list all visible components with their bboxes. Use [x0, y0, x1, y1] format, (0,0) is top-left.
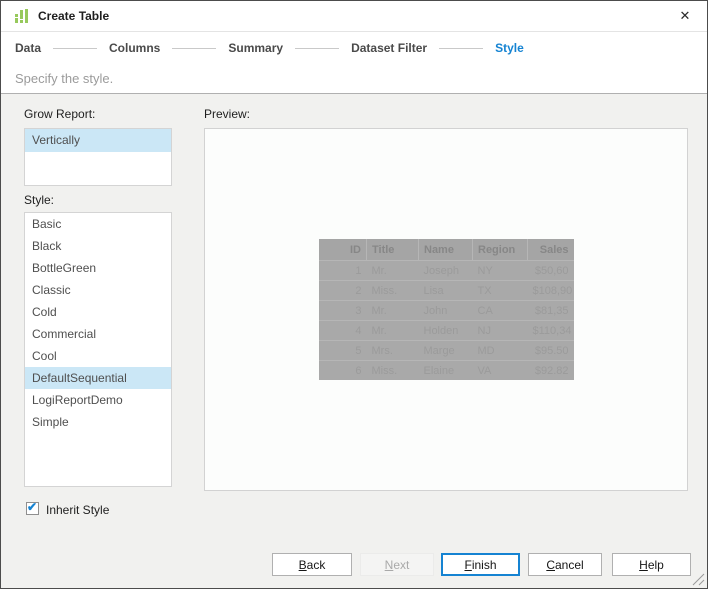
- style-option-simple[interactable]: Simple: [25, 411, 171, 433]
- back-button[interactable]: Back: [272, 553, 352, 576]
- table-row: 6 Miss. Elaine VA $92.82: [319, 361, 574, 381]
- table-cell: NY: [472, 260, 528, 281]
- table-row: 3 Mr. John CA $81,35: [318, 300, 574, 321]
- finish-button[interactable]: Finish: [441, 553, 520, 576]
- table-cell: $95.50: [527, 340, 574, 361]
- table-cell: Holden: [418, 320, 473, 341]
- table-row: 4 Mr. Holden NJ $110,34: [318, 320, 574, 341]
- table-cell: 4: [318, 320, 367, 341]
- table-cell: Joseph: [418, 260, 473, 281]
- style-option-defaultsequential[interactable]: DefaultSequential: [25, 367, 171, 389]
- cancel-button[interactable]: Cancel: [528, 553, 602, 576]
- table-cell: Lisa: [418, 280, 473, 301]
- grow-report-list[interactable]: Vertically: [24, 128, 172, 186]
- step-columns[interactable]: Columns: [109, 41, 160, 55]
- style-option-logireportdemo[interactable]: LogiReportDemo: [25, 389, 171, 411]
- step-connector: [53, 47, 98, 49]
- table-cell: Mr.: [366, 320, 419, 341]
- preview-panel: ID Title Name Region Sales 1 Mr. Joseph …: [204, 128, 688, 491]
- table-cell: Mr.: [366, 260, 419, 281]
- table-header-cell: Sales: [527, 239, 574, 261]
- grow-report-label: Grow Report:: [24, 107, 96, 121]
- table-cell: 2: [318, 280, 367, 301]
- table-cell: 6: [355, 364, 362, 377]
- table-cell: Miss.: [371, 364, 398, 377]
- table-cell: 5: [318, 340, 367, 361]
- table-row: 2 Miss. Lisa TX $108,90: [318, 280, 574, 301]
- table-cell: Marge: [418, 340, 473, 361]
- table-header-row: ID Title Name Region Sales: [318, 239, 574, 261]
- style-list[interactable]: Basic Black BottleGreen Classic Cold Com…: [24, 212, 172, 487]
- table-cell: CA: [472, 300, 528, 321]
- style-option-bottlegreen[interactable]: BottleGreen: [25, 257, 171, 279]
- grow-report-option-vertically[interactable]: Vertically: [25, 129, 171, 152]
- help-button[interactable]: Help: [612, 553, 691, 576]
- subtitle-row: Specify the style.: [1, 64, 707, 94]
- table-cell: Miss.: [366, 280, 419, 301]
- next-button: Next: [360, 553, 434, 576]
- chart-bars-icon: [13, 8, 30, 25]
- table-cell: 1: [318, 260, 367, 281]
- style-option-commercial[interactable]: Commercial: [25, 323, 171, 345]
- resize-grip-icon[interactable]: [692, 573, 705, 586]
- style-label: Style:: [24, 193, 55, 207]
- step-style[interactable]: Style: [495, 41, 524, 55]
- table-cell: TX: [472, 280, 528, 301]
- table-cell: Mrs.: [366, 340, 419, 361]
- table-cell: MD: [472, 340, 528, 361]
- inherit-style-label: Inherit Style: [46, 503, 110, 517]
- table-header-cell: Region: [472, 239, 528, 261]
- table-row: 5 Mrs. Marge MD $95.50: [318, 340, 574, 361]
- step-summary[interactable]: Summary: [228, 41, 283, 55]
- inherit-style-checkbox[interactable]: ✔: [26, 500, 39, 515]
- table-cell: VA: [477, 364, 492, 377]
- title-bar[interactable]: Create Table ✕: [1, 1, 707, 32]
- table-cell: $92.82: [534, 364, 569, 377]
- preview-label: Preview:: [204, 107, 251, 121]
- content-area: Grow Report: Vertically Style: Basic Bla…: [1, 94, 707, 588]
- close-icon[interactable]: ✕: [676, 7, 694, 25]
- step-dataset-filter[interactable]: Dataset Filter: [351, 41, 427, 55]
- step-connector: [439, 47, 484, 49]
- table-header-cell: Title: [366, 239, 419, 261]
- table-cell: Elaine: [423, 364, 455, 377]
- style-option-basic[interactable]: Basic: [25, 213, 171, 235]
- window-title: Create Table: [38, 9, 110, 23]
- table-row: 1 Mr. Joseph NY $50,60: [318, 260, 574, 281]
- table-cell: $110,34: [527, 320, 574, 341]
- checkmark-icon: ✔: [27, 500, 38, 514]
- style-option-black[interactable]: Black: [25, 235, 171, 257]
- style-option-cold[interactable]: Cold: [25, 301, 171, 323]
- page-subtitle: Specify the style.: [15, 71, 114, 86]
- preview-table: ID Title Name Region Sales 1 Mr. Joseph …: [318, 239, 574, 381]
- table-cell: $50,60: [527, 260, 574, 281]
- table-cell: Mr.: [366, 300, 419, 321]
- table-cell: John: [418, 300, 473, 321]
- style-option-cool[interactable]: Cool: [25, 345, 171, 367]
- table-cell: NJ: [472, 320, 528, 341]
- table-cell: $108,90: [527, 280, 574, 301]
- step-data[interactable]: Data: [15, 41, 41, 55]
- step-connector: [172, 47, 217, 49]
- style-option-classic[interactable]: Classic: [25, 279, 171, 301]
- create-table-dialog: Create Table ✕ Data Columns Summary Data…: [0, 0, 708, 589]
- step-connector: [295, 47, 340, 49]
- table-header-cell: Name: [418, 239, 473, 261]
- table-header-cell: ID: [318, 239, 367, 261]
- table-cell: 3: [318, 300, 367, 321]
- wizard-steps: Data Columns Summary Dataset Filter Styl…: [1, 32, 707, 64]
- table-cell: $81,35: [527, 300, 574, 321]
